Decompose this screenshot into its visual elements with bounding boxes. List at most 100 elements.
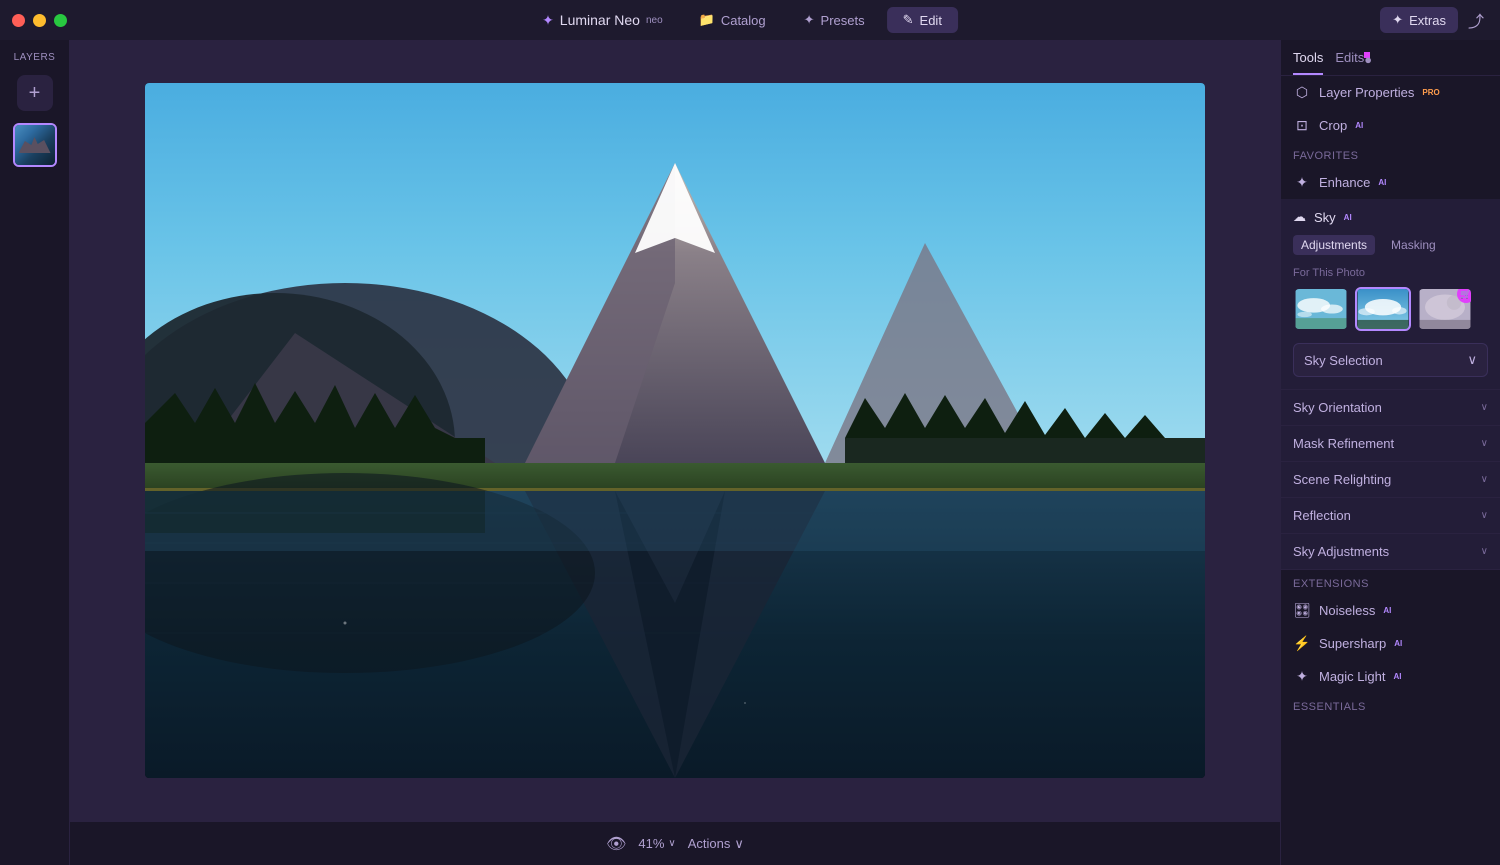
actions-button[interactable]: Actions ∨: [688, 836, 744, 852]
tab-edits[interactable]: Edits ●: [1335, 50, 1364, 75]
scene-relighting-chevron: ∨: [1481, 474, 1488, 485]
canvas-wrapper: [70, 40, 1280, 821]
mask-refinement-label: Mask Refinement: [1293, 436, 1394, 451]
sky-thumb-2[interactable]: [1355, 287, 1411, 331]
mask-refinement-row[interactable]: Mask Refinement ∨: [1281, 425, 1500, 461]
app-suffix: neo: [646, 15, 663, 26]
reflection-row[interactable]: Reflection ∨: [1281, 497, 1500, 533]
layer-properties-item[interactable]: ⬡ Layer Properties PRO: [1281, 76, 1500, 109]
enhance-ai-badge: AI: [1378, 178, 1386, 187]
add-layer-button[interactable]: +: [17, 75, 53, 111]
extras-icon: ✦: [1392, 12, 1403, 28]
app-name-text: Luminar Neo: [560, 12, 640, 28]
sky-section: ☁ Sky AI Adjustments Masking For This Ph…: [1281, 199, 1500, 570]
maximize-button[interactable]: [54, 14, 67, 27]
actions-label: Actions: [688, 836, 731, 851]
nav-tabs: 📁 Catalog ✦ Presets ✎ Edit: [683, 7, 958, 33]
main-layout: Layers +: [0, 40, 1500, 865]
sky-thumbs: 🛒: [1281, 287, 1500, 343]
logo-icon: ✦: [542, 12, 554, 29]
tab-edit[interactable]: ✎ Edit: [887, 7, 958, 33]
tab-catalog[interactable]: 📁 Catalog: [683, 7, 782, 33]
extensions-section-label: Extensions: [1281, 570, 1500, 594]
sky-selection-dropdown[interactable]: Sky Selection ∨: [1293, 343, 1488, 377]
supersharp-label: Supersharp: [1319, 636, 1386, 651]
supersharp-ai-badge: AI: [1394, 639, 1402, 648]
extras-button[interactable]: ✦ Extras: [1380, 7, 1458, 33]
noiseless-ai-badge: AI: [1383, 606, 1391, 615]
zoom-control[interactable]: 41% ∨: [638, 836, 675, 851]
layer-properties-icon: ⬡: [1293, 84, 1311, 101]
visibility-toggle[interactable]: 👁: [606, 834, 626, 854]
noiseless-label: Noiseless: [1319, 603, 1375, 618]
dropdown-chevron-icon: ∨: [1467, 352, 1477, 368]
eye-icon: 👁: [606, 836, 626, 853]
sky-thumb-1[interactable]: [1293, 287, 1349, 331]
panel-tabs: Tools Edits ●: [1281, 40, 1500, 76]
landscape-image: [145, 83, 1205, 778]
titlebar: ✦ Luminar Neo neo 📁 Catalog ✦ Presets ✎ …: [0, 0, 1500, 40]
left-sidebar: Layers +: [0, 40, 70, 865]
right-panel: Tools Edits ● ⬡ Layer Properties PRO ⊡ C…: [1280, 40, 1500, 865]
bottom-bar: 👁 41% ∨ Actions ∨: [70, 821, 1280, 865]
reflection-chevron: ∨: [1481, 510, 1488, 521]
sky-adjustments-row[interactable]: Sky Adjustments ∨: [1281, 533, 1500, 569]
sky-cloud-icon: ☁: [1293, 209, 1306, 225]
sky-thumb-3[interactable]: 🛒: [1417, 287, 1473, 331]
for-photo-label: For This Photo: [1281, 263, 1500, 287]
enhance-item[interactable]: ✦ Enhance AI: [1281, 166, 1500, 199]
layer-thumbnail[interactable]: [13, 123, 57, 167]
plus-icon: +: [29, 82, 41, 105]
actions-chevron-icon: ∨: [734, 836, 744, 852]
scene-relighting-row[interactable]: Scene Relighting ∨: [1281, 461, 1500, 497]
titlebar-right: ✦ Extras ⤴: [1380, 7, 1484, 33]
crop-icon: ⊡: [1293, 117, 1311, 134]
tab-adjustments[interactable]: Adjustments: [1293, 235, 1375, 255]
sky-orientation-row[interactable]: Sky Orientation ∨: [1281, 389, 1500, 425]
tab-presets[interactable]: ✦ Presets: [788, 7, 881, 33]
mask-refinement-chevron: ∨: [1481, 438, 1488, 449]
magic-light-ai-badge: AI: [1393, 672, 1401, 681]
pro-badge: PRO: [1422, 88, 1439, 97]
sky-header[interactable]: ☁ Sky AI: [1281, 199, 1500, 235]
edit-icon: ✎: [903, 12, 914, 28]
magic-light-icon: ✦: [1293, 668, 1311, 685]
zoom-value: 41%: [638, 836, 664, 851]
noiseless-item[interactable]: 🎛 Noiseless AI: [1281, 594, 1500, 627]
reflection-label: Reflection: [1293, 508, 1351, 523]
close-button[interactable]: [12, 14, 25, 27]
minimize-button[interactable]: [33, 14, 46, 27]
app-logo: ✦ Luminar Neo neo 📁 Catalog ✦ Presets ✎ …: [542, 7, 958, 33]
catalog-icon: 📁: [699, 12, 715, 28]
layer-mountain-shape: [19, 133, 51, 153]
edits-dot: ●: [1364, 52, 1370, 58]
sky-label: Sky: [1314, 210, 1336, 225]
magic-light-label: Magic Light: [1319, 669, 1385, 684]
zoom-chevron-icon: ∨: [668, 838, 675, 849]
share-button[interactable]: ⤴: [1468, 8, 1484, 32]
sky-ai-badge: AI: [1344, 213, 1352, 222]
layer-properties-label: Layer Properties: [1319, 85, 1414, 100]
sky-orientation-label: Sky Orientation: [1293, 400, 1382, 415]
crop-ai-badge: AI: [1355, 121, 1363, 130]
window-controls: [12, 14, 67, 27]
sky-sub-tabs: Adjustments Masking: [1281, 235, 1500, 263]
noiseless-icon: 🎛: [1293, 602, 1311, 619]
presets-icon: ✦: [804, 12, 815, 28]
magic-light-item[interactable]: ✦ Magic Light AI: [1281, 660, 1500, 693]
photo-canvas: [145, 83, 1205, 778]
supersharp-icon: ⚡: [1293, 635, 1311, 652]
canvas-area: 👁 41% ∨ Actions ∨: [70, 40, 1280, 865]
layer-thumb-inner: [15, 125, 55, 165]
sky-selection-label: Sky Selection: [1304, 353, 1383, 368]
tab-tools[interactable]: Tools: [1293, 50, 1323, 75]
favorites-section-label: Favorites: [1281, 142, 1500, 166]
enhance-label: Enhance: [1319, 175, 1370, 190]
sky-adjustments-label: Sky Adjustments: [1293, 544, 1389, 559]
sky-adjustments-chevron: ∨: [1481, 546, 1488, 557]
crop-item[interactable]: ⊡ Crop AI: [1281, 109, 1500, 142]
tab-masking[interactable]: Masking: [1383, 235, 1444, 255]
cart-badge: 🛒: [1457, 287, 1473, 303]
essentials-section-label: Essentials: [1281, 693, 1500, 717]
supersharp-item[interactable]: ⚡ Supersharp AI: [1281, 627, 1500, 660]
